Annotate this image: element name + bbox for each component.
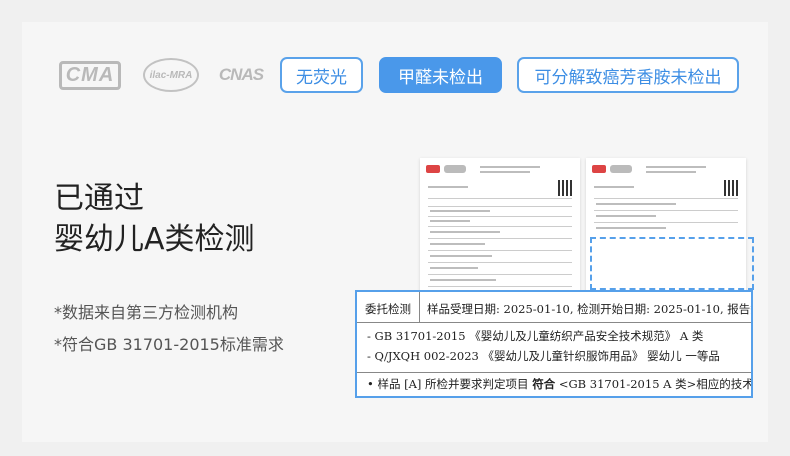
zoom-standard-2: - Q/JXQH 002-2023 《婴幼儿及儿童针织服饰用品》 婴幼儿 一等品	[367, 349, 720, 363]
tag-no-fluorescence: 无荧光	[280, 57, 363, 93]
headline-line-1: 已通过	[54, 181, 144, 216]
tag-no-aromatic-amines: 可分解致癌芳香胺未检出	[517, 57, 739, 93]
note-standard: *符合GB 31701-2015标准需求	[54, 335, 284, 354]
cma-logo: CMA	[58, 58, 122, 92]
tag-no-formaldehyde: 甲醛未检出	[379, 57, 502, 93]
zoom-header-text: 样品受理日期: 2025-01-10, 检测开始日期: 2025-01-10, …	[427, 302, 753, 316]
highlight-region	[590, 237, 754, 290]
cnas-logo: CNAS	[218, 65, 264, 84]
report-page-1	[420, 158, 580, 308]
zoom-verdict: • 样品 [A] 所检并要求判定项目 符合 <GB 31701-2015 A 类…	[367, 377, 753, 391]
headline: 已通过 婴幼儿A类检测	[54, 178, 255, 260]
zoom-header-label: 委托检测	[365, 302, 411, 316]
ilac-mra-logo: ilac-MRA	[140, 58, 202, 92]
zoom-standard-1: - GB 31701-2015 《婴幼儿及儿童纺织产品安全技术规范》 A 类	[367, 329, 704, 343]
note-source: *数据来自第三方检测机构	[54, 303, 239, 322]
report-zoom-callout: 委托检测 样品受理日期: 2025-01-10, 检测开始日期: 2025-01…	[355, 290, 753, 398]
zoom-divider	[357, 372, 751, 373]
zoom-header-row: 委托检测 样品受理日期: 2025-01-10, 检测开始日期: 2025-01…	[357, 292, 751, 323]
verdict-pass: 符合	[532, 377, 556, 391]
headline-line-2: 婴幼儿A类检测	[54, 222, 255, 257]
